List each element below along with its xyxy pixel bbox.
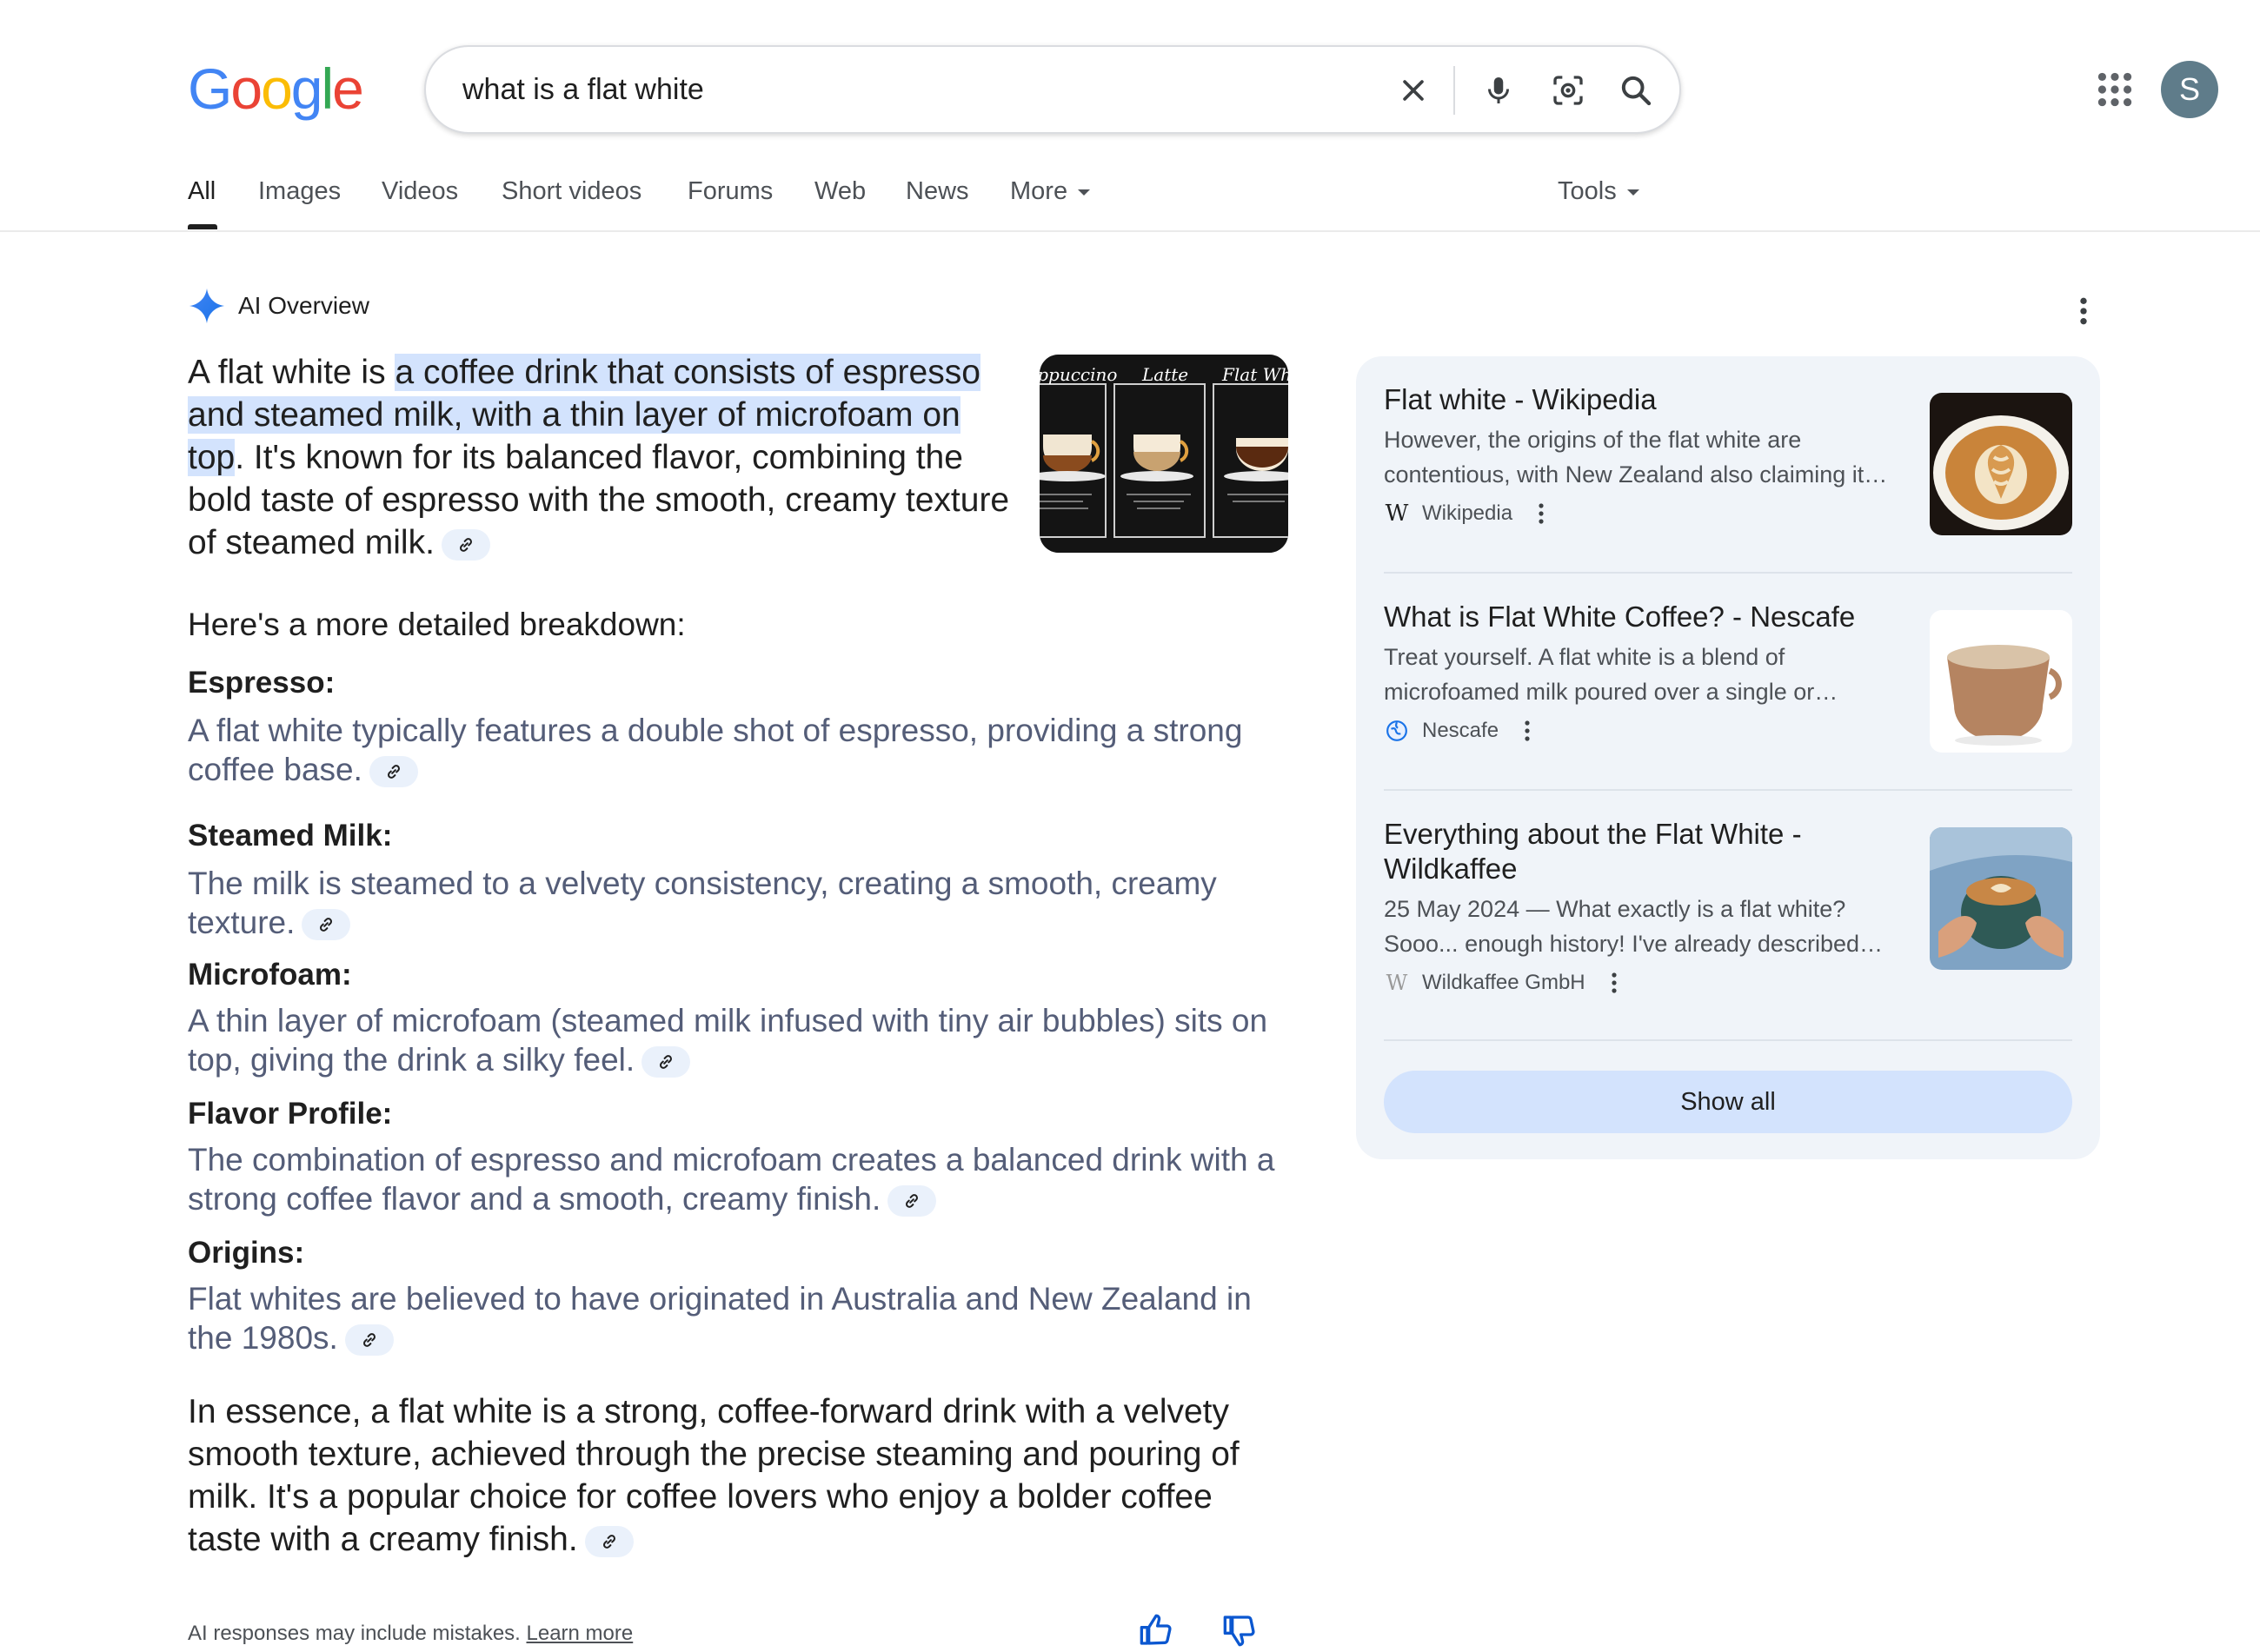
microphone-icon[interactable] <box>1474 66 1523 115</box>
source-site: Wildkaffee GmbH <box>1422 971 1585 994</box>
wildkaffee-favicon-icon: W <box>1386 971 1408 995</box>
chevron-down-icon <box>1626 189 1639 196</box>
source-card-nescafe[interactable]: What is Flat White Coffee? - Nescafe Tre… <box>1384 600 2072 753</box>
more-options-icon[interactable] <box>1610 970 1619 996</box>
search-icon[interactable] <box>1612 66 1660 115</box>
tools-button[interactable]: Tools <box>1558 177 1639 206</box>
intro-prefix: A flat white is <box>188 354 396 391</box>
tools-label: Tools <box>1558 177 1617 205</box>
item-body-flavor-profile: The combination of espresso and microfoa… <box>188 1140 1292 1218</box>
intro-suffix: . It's known for its balanced flavor, co… <box>188 439 1010 561</box>
source-link-chip[interactable] <box>887 1185 937 1217</box>
learn-more-link[interactable]: Learn more <box>527 1622 634 1645</box>
thumbs-up-icon[interactable] <box>1139 1613 1177 1651</box>
item-heading-microfoam: Microfoam: <box>188 958 352 992</box>
disclaimer-text: AI responses may include mistakes. <box>188 1622 521 1645</box>
tab-more-label: More <box>1010 177 1068 205</box>
tab-forums[interactable]: Forums <box>688 177 773 206</box>
source-snippet: Treat yourself. A flat white is a blend … <box>1384 644 1838 705</box>
source-meta: W Wildkaffee GmbH <box>1384 970 2072 996</box>
item-body-text: A flat white typically features a double… <box>188 713 1243 787</box>
source-link-chip[interactable] <box>584 1525 634 1557</box>
link-icon <box>362 1333 376 1348</box>
ai-disclaimer: AI responses may include mistakes. Learn… <box>188 1622 633 1646</box>
source-site: Wikipedia <box>1422 501 1513 525</box>
active-tab-indicator <box>188 224 217 229</box>
google-logo[interactable]: Google <box>188 56 364 122</box>
source-title[interactable]: What is Flat White Coffee? - Nescafe <box>1384 600 1905 634</box>
link-icon <box>906 1194 919 1209</box>
coffee-cup-thumbnail[interactable] <box>1930 610 2072 753</box>
source-link-chip[interactable] <box>369 756 418 788</box>
search-box[interactable]: what is a flat white <box>424 45 1681 134</box>
sparkle-icon <box>189 288 225 324</box>
ai-overview-header: AI Overview <box>188 287 369 325</box>
essence-paragraph: In essence, a flat white is a strong, co… <box>188 1390 1292 1561</box>
item-body-origins: Flat whites are believed to have origina… <box>188 1279 1292 1357</box>
item-heading-origins: Origins: <box>188 1236 305 1270</box>
item-body-microfoam: A thin layer of microfoam (steamed milk … <box>188 1001 1292 1079</box>
ai-overview-title: AI Overview <box>238 292 369 319</box>
source-title[interactable]: Everything about the Flat White - Wildka… <box>1384 817 1905 886</box>
tab-all[interactable]: All <box>188 177 216 206</box>
source-divider <box>1384 1039 2072 1041</box>
tab-images[interactable]: Images <box>258 177 341 206</box>
latte-art-thumbnail[interactable] <box>1930 393 2072 535</box>
source-snippet: However, the origins of the flat white a… <box>1384 427 1888 488</box>
item-body-steamed-milk: The milk is steamed to a velvety consist… <box>188 864 1292 942</box>
tab-more[interactable]: More <box>1010 177 1091 206</box>
item-heading-steamed-milk: Steamed Milk: <box>188 819 393 853</box>
tabs-divider <box>0 230 2260 232</box>
source-link-chip[interactable] <box>302 909 351 941</box>
item-body-text: A thin layer of microfoam (steamed milk … <box>188 1003 1268 1078</box>
essence-text: In essence, a flat white is a strong, co… <box>188 1393 1240 1558</box>
clear-icon[interactable] <box>1389 66 1438 115</box>
item-body-espresso: A flat white typically features a double… <box>188 711 1292 789</box>
search-divider <box>1453 66 1455 115</box>
source-divider <box>1384 572 2072 574</box>
source-snippet: 25 May 2024 — What exactly is a flat whi… <box>1384 896 1883 957</box>
show-all-button[interactable]: Show all <box>1384 1071 2072 1133</box>
lens-camera-icon[interactable] <box>1544 66 1592 115</box>
source-card-wildkaffee[interactable]: Everything about the Flat White - Wildka… <box>1384 817 2072 996</box>
avatar[interactable]: S <box>2161 61 2218 118</box>
coffee-drinks-diagram-image[interactable]: Cappuccino Latte Flat White <box>1040 355 1288 553</box>
search-input[interactable]: what is a flat white <box>462 73 704 107</box>
diagram-label: Flat White <box>1221 364 1288 385</box>
item-heading-espresso: Espresso: <box>188 666 336 700</box>
link-icon <box>459 537 472 552</box>
sources-panel: Flat white - Wikipedia However, the orig… <box>1356 356 2100 1159</box>
source-divider <box>1384 789 2072 791</box>
item-body-text: The combination of espresso and microfoa… <box>188 1142 1275 1217</box>
source-site: Nescafe <box>1422 719 1499 742</box>
tab-news[interactable]: News <box>906 177 969 206</box>
hands-holding-cup-thumbnail[interactable] <box>1930 827 2072 970</box>
wikipedia-favicon-icon: W <box>1385 501 1409 527</box>
breakdown-heading: Here's a more detailed breakdown: <box>188 607 686 642</box>
ai-intro-paragraph: A flat white is a coffee drink that cons… <box>188 351 1022 564</box>
link-icon <box>602 1534 615 1549</box>
diagram-label: Latte <box>1141 364 1188 385</box>
source-card-wikipedia[interactable]: Flat white - Wikipedia However, the orig… <box>1384 382 2072 535</box>
tab-short-videos[interactable]: Short videos <box>502 177 641 206</box>
item-heading-flavor-profile: Flavor Profile: <box>188 1097 393 1131</box>
chevron-down-icon <box>1078 189 1091 196</box>
tab-videos[interactable]: Videos <box>382 177 458 206</box>
diagram-label: Cappuccino <box>1040 364 1117 385</box>
globe-favicon-icon <box>1384 718 1410 744</box>
apps-grid-icon[interactable] <box>2093 68 2137 111</box>
source-title[interactable]: Flat white - Wikipedia <box>1384 382 1905 417</box>
tab-web[interactable]: Web <box>814 177 866 206</box>
link-icon <box>320 918 333 932</box>
thumbs-down-icon[interactable] <box>1222 1613 1260 1651</box>
more-options-icon[interactable] <box>2071 294 2097 328</box>
source-link-chip[interactable] <box>641 1046 691 1078</box>
link-icon <box>660 1055 673 1070</box>
source-link-chip[interactable] <box>344 1324 394 1357</box>
link-icon <box>387 765 400 780</box>
more-options-icon[interactable] <box>1523 718 1532 744</box>
more-options-icon[interactable] <box>1537 501 1545 527</box>
source-link-chip[interactable] <box>441 528 490 561</box>
